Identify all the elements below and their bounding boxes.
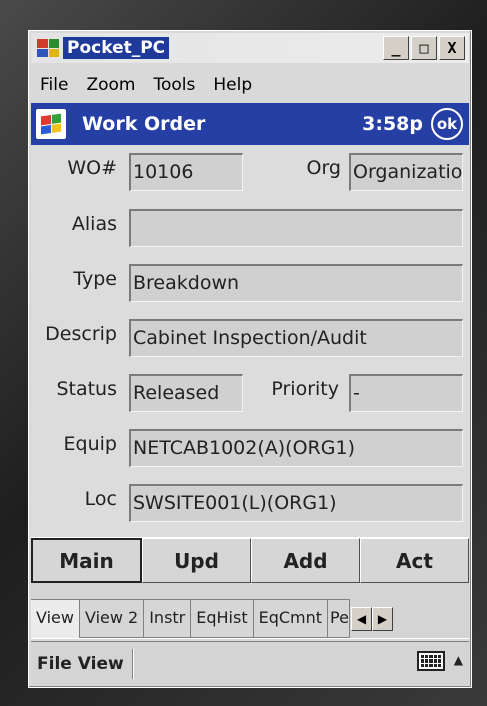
start-button[interactable] xyxy=(36,109,66,139)
ok-button[interactable]: ok xyxy=(431,108,463,140)
equip-label: Equip xyxy=(63,433,117,455)
device-screen: Pocket_PC _ □ X File Zoom Tools Help Wor… xyxy=(28,30,472,688)
location-field[interactable]: SWSITE001(L)(ORG1) xyxy=(129,484,463,522)
left-arrow-icon[interactable]: ◀ xyxy=(351,606,373,631)
right-arrow-icon[interactable]: ▶ xyxy=(372,606,394,631)
loc-label: Loc xyxy=(84,488,117,510)
action-button-bar: Main Upd Add Act xyxy=(31,537,469,583)
menu-zoom[interactable]: Zoom xyxy=(77,75,144,95)
type-label: Type xyxy=(73,268,117,290)
type-field[interactable]: Breakdown xyxy=(129,264,463,302)
alias-label: Alias xyxy=(71,213,117,235)
bottom-menu-view[interactable]: View xyxy=(76,654,128,674)
minimize-button[interactable]: _ xyxy=(383,36,409,60)
menu-bar: File Zoom Tools Help xyxy=(31,71,261,99)
bottom-menu-bar: File View ▲ xyxy=(31,641,469,685)
app-header: Work Order 3:58p ok xyxy=(31,103,469,145)
add-button[interactable]: Add xyxy=(251,538,360,583)
org-field[interactable]: Organizatio xyxy=(349,153,463,191)
maximize-button[interactable]: □ xyxy=(411,36,437,60)
tab-eqhist[interactable]: EqHist xyxy=(191,599,254,638)
clock[interactable]: 3:58p xyxy=(362,113,423,135)
page-title: Work Order xyxy=(82,113,206,135)
menu-tools[interactable]: Tools xyxy=(144,75,204,95)
descrip-label: Descrip xyxy=(45,323,117,345)
tab-bar: View View 2 Instr EqHist EqCmnt Pe ◀ ▶ xyxy=(31,599,469,639)
wo-number-field[interactable]: 10106 xyxy=(129,153,243,191)
close-button[interactable]: X xyxy=(439,36,465,60)
wo-label: WO# xyxy=(67,157,117,179)
tab-view[interactable]: View xyxy=(31,599,80,638)
menu-file[interactable]: File xyxy=(31,75,77,95)
priority-label: Priority xyxy=(271,378,339,400)
tab-view-2[interactable]: View 2 xyxy=(79,599,145,638)
status-label: Status xyxy=(56,378,117,400)
menu-separator xyxy=(131,648,134,679)
status-field[interactable]: Released xyxy=(129,374,243,412)
app-flag-icon xyxy=(37,39,59,57)
work-order-form: WO# 10106 Org Organizatio Alias Type Bre… xyxy=(31,145,469,537)
description-field[interactable]: Cabinet Inspection/Audit xyxy=(129,319,463,357)
update-button[interactable]: Upd xyxy=(142,538,251,583)
keyboard-icon[interactable] xyxy=(417,651,445,671)
title-bar: Pocket_PC _ □ X xyxy=(31,33,469,63)
alias-field[interactable] xyxy=(129,209,463,247)
equipment-field[interactable]: NETCAB1002(A)(ORG1) xyxy=(129,429,463,467)
org-label: Org xyxy=(306,157,342,179)
main-button[interactable]: Main xyxy=(31,538,142,583)
tab-instr[interactable]: Instr xyxy=(144,599,192,638)
activity-button[interactable]: Act xyxy=(360,538,469,583)
priority-field[interactable]: - xyxy=(349,374,463,412)
windows-flag-icon xyxy=(41,113,61,135)
tab-partial[interactable]: Pe xyxy=(328,599,351,638)
tab-eqcmnt[interactable]: EqCmnt xyxy=(253,599,329,638)
input-menu-up-icon[interactable]: ▲ xyxy=(454,653,463,667)
window-title: Pocket_PC xyxy=(63,37,170,59)
tab-area-background xyxy=(31,583,469,599)
bottom-menu-file[interactable]: File xyxy=(31,654,76,674)
menu-help[interactable]: Help xyxy=(204,75,261,95)
